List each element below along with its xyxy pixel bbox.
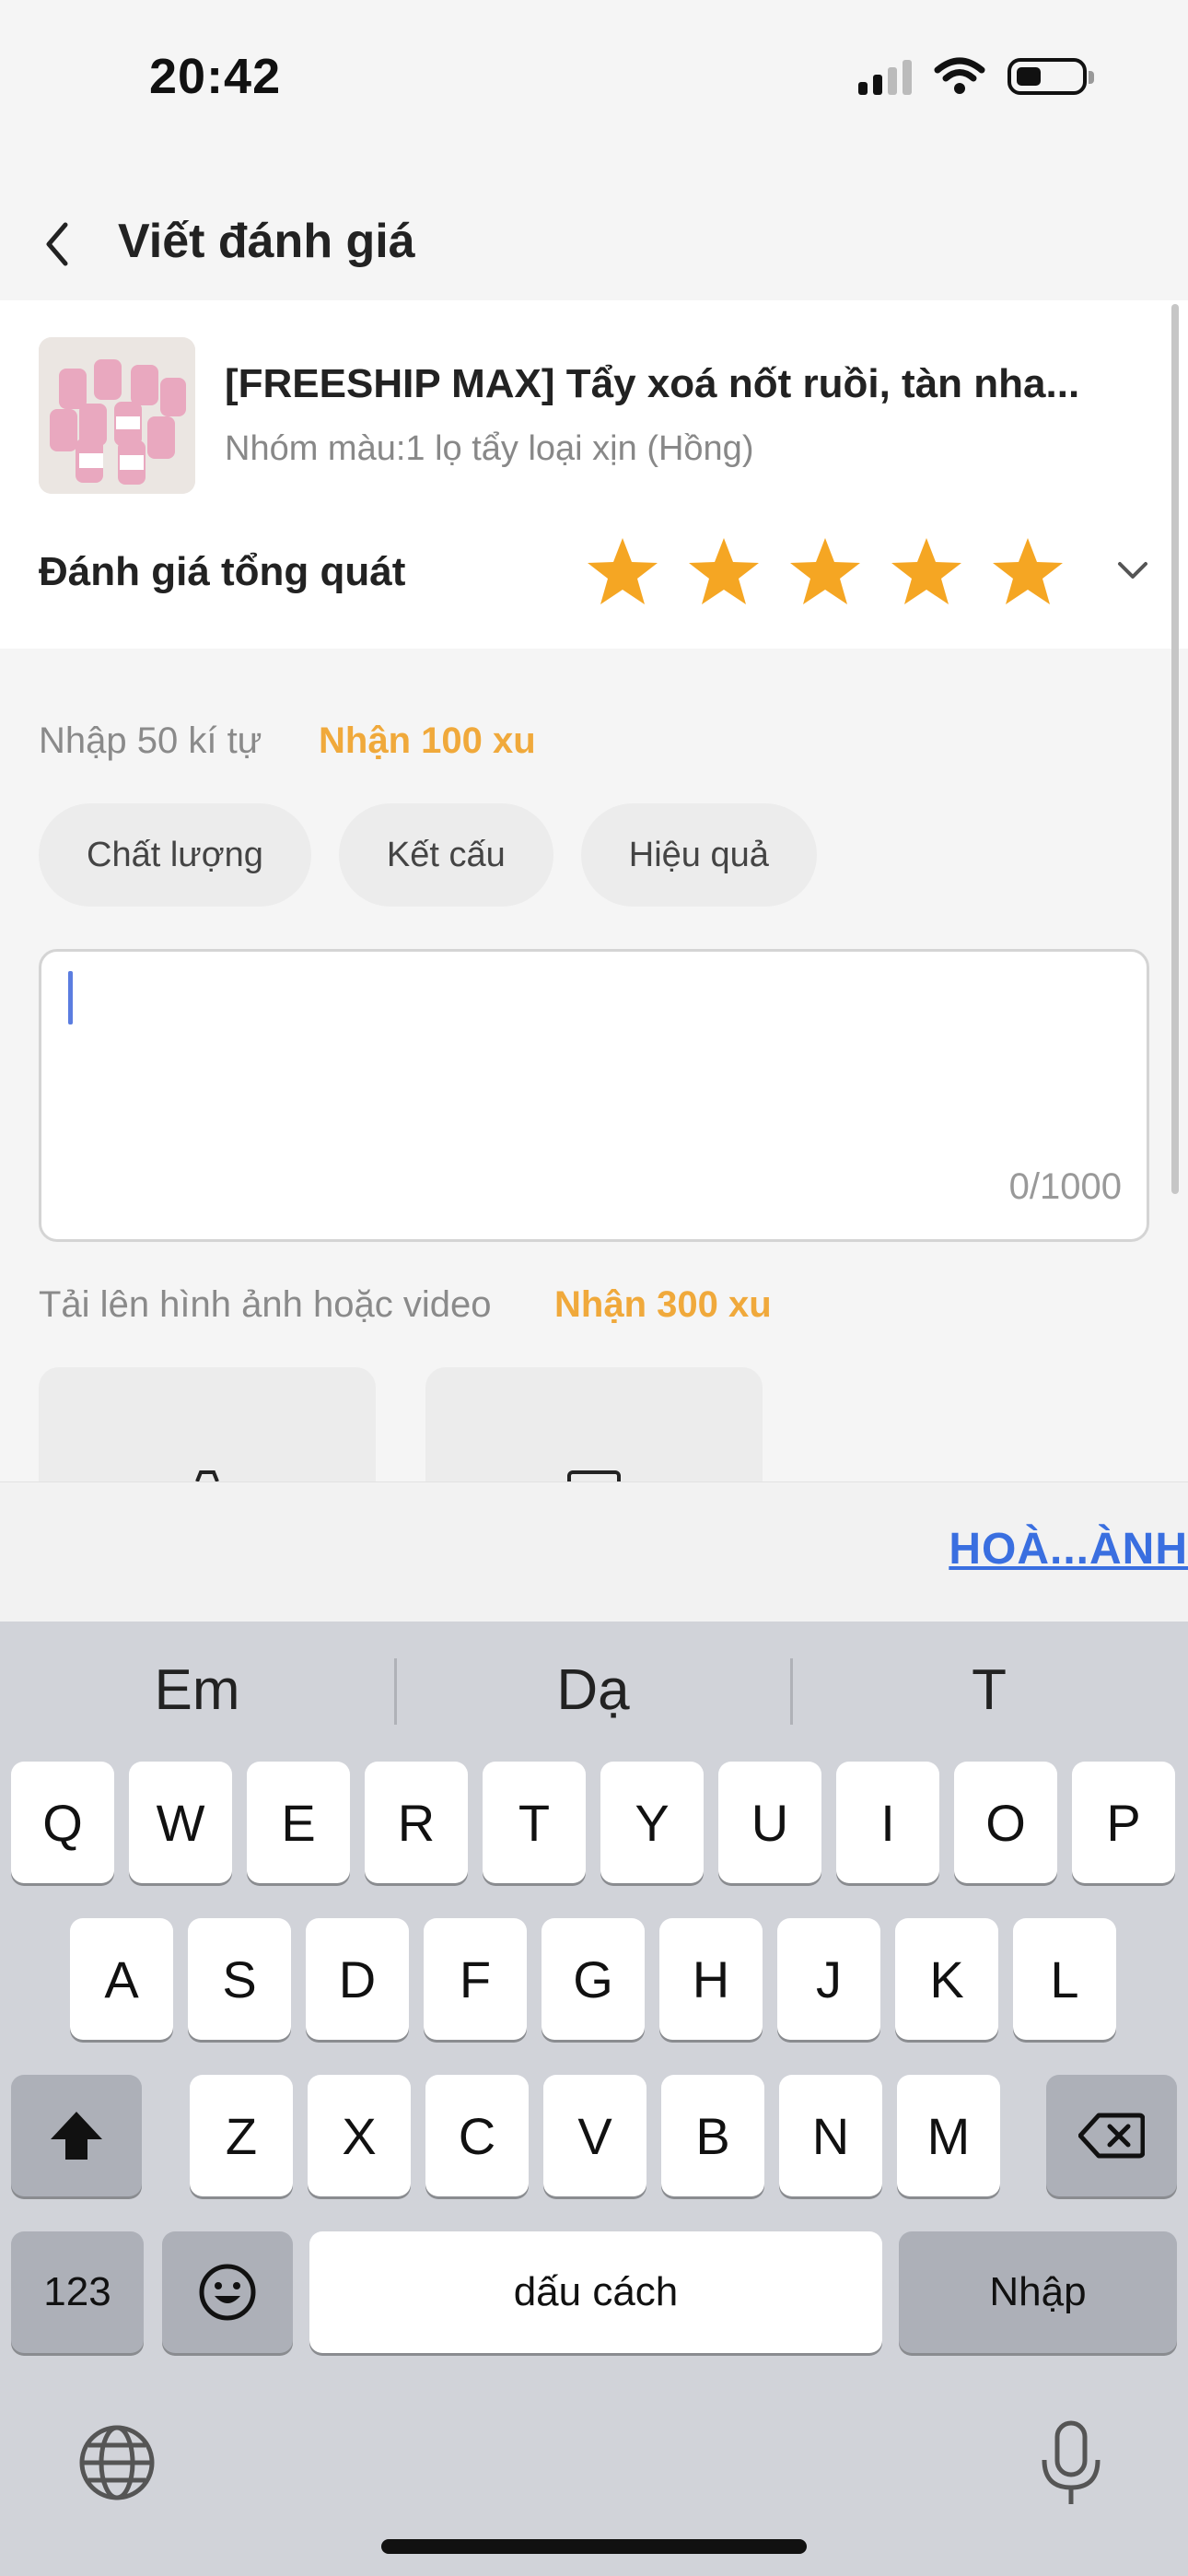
- scrollbar[interactable]: [1171, 304, 1179, 1194]
- done-button[interactable]: HOÀ...ÀNH: [949, 1524, 1188, 1575]
- key-b[interactable]: B: [661, 2075, 764, 2196]
- tag-ket-cau[interactable]: Kết cấu: [338, 803, 553, 907]
- key-q[interactable]: Q: [11, 1762, 114, 1883]
- review-textarea[interactable]: [39, 949, 1149, 1242]
- key-v[interactable]: V: [543, 2075, 646, 2196]
- globe-icon[interactable]: [77, 2423, 157, 2502]
- upload-video-tile[interactable]: [425, 1367, 763, 1481]
- star-icon[interactable]: [890, 534, 963, 608]
- key-n[interactable]: N: [779, 2075, 882, 2196]
- key-g[interactable]: G: [542, 1918, 645, 2040]
- key-c[interactable]: C: [425, 2075, 529, 2196]
- product-thumbnail: [39, 337, 195, 494]
- cellular-signal-icon: [858, 58, 912, 95]
- tag-chat-luong[interactable]: Chất lượng: [39, 803, 311, 907]
- key-t[interactable]: T: [483, 1762, 586, 1883]
- product-name: [FREESHIP MAX] Tẩy xoá nốt ruồi, tàn nha…: [225, 361, 1080, 406]
- review-tags: Chất lượng Kết cấu Hiệu quả: [39, 803, 817, 907]
- suggestion-3[interactable]: T: [792, 1649, 1186, 1732]
- key-y[interactable]: Y: [600, 1762, 704, 1883]
- key-k[interactable]: K: [895, 1918, 998, 2040]
- shift-icon: [51, 2112, 102, 2160]
- wifi-icon: [934, 57, 985, 94]
- battery-icon: [1007, 58, 1094, 95]
- upload-reward: Nhận 300 xu: [554, 1284, 772, 1325]
- key-r[interactable]: R: [365, 1762, 468, 1883]
- suggestion-2[interactable]: Dạ: [396, 1649, 790, 1732]
- star-icon[interactable]: [991, 534, 1065, 608]
- microphone-icon[interactable]: [1031, 2419, 1111, 2510]
- key-h[interactable]: H: [659, 1918, 763, 2040]
- char-hint: Nhập 50 kí tự: [39, 720, 262, 761]
- key-a[interactable]: A: [70, 1918, 173, 2040]
- key-x[interactable]: X: [308, 2075, 411, 2196]
- emoji-key[interactable]: [162, 2231, 293, 2353]
- key-p[interactable]: P: [1072, 1762, 1175, 1883]
- status-time: 20:42: [149, 49, 282, 104]
- home-indicator: [381, 2539, 807, 2554]
- char-counter: 0/1000: [1008, 1166, 1122, 1207]
- delete-key[interactable]: [1046, 2075, 1177, 2196]
- key-l[interactable]: L: [1013, 1918, 1116, 2040]
- key-d[interactable]: D: [306, 1918, 409, 2040]
- chevron-left-icon: [46, 222, 68, 266]
- overall-rating-label: Đánh giá tổng quát: [39, 549, 406, 594]
- upload-label: Tải lên hình ảnh hoặc video: [39, 1284, 492, 1325]
- emoji-icon: [199, 2264, 256, 2321]
- key-w[interactable]: W: [129, 1762, 232, 1883]
- key-m[interactable]: M: [897, 2075, 1000, 2196]
- space-key[interactable]: dấu cách: [309, 2231, 882, 2353]
- product-variant: Nhóm màu:1 lọ tẩy loại xịn (Hồng): [225, 429, 754, 468]
- star-rating: [586, 534, 1065, 608]
- chevron-down-icon[interactable]: [1114, 553, 1151, 590]
- key-j[interactable]: J: [777, 1918, 880, 2040]
- key-f[interactable]: F: [424, 1918, 527, 2040]
- backspace-icon: [1078, 2113, 1145, 2159]
- key-z[interactable]: Z: [190, 2075, 293, 2196]
- text-caret: [68, 971, 73, 1025]
- status-icons: [858, 57, 1094, 96]
- key-e[interactable]: E: [247, 1762, 350, 1883]
- key-u[interactable]: U: [718, 1762, 821, 1883]
- key-i[interactable]: I: [836, 1762, 939, 1883]
- page-title: Viết đánh giá: [118, 215, 415, 268]
- star-icon[interactable]: [586, 534, 659, 608]
- return-key[interactable]: Nhập: [899, 2231, 1177, 2353]
- key-o[interactable]: O: [954, 1762, 1057, 1883]
- char-reward: Nhận 100 xu: [319, 720, 536, 761]
- key-s[interactable]: S: [188, 1918, 291, 2040]
- star-icon[interactable]: [687, 534, 761, 608]
- back-button[interactable]: [39, 217, 76, 271]
- star-icon[interactable]: [788, 534, 862, 608]
- upload-photo-tile[interactable]: [39, 1367, 376, 1481]
- suggestion-1[interactable]: Em: [0, 1649, 394, 1732]
- shift-key[interactable]: [11, 2075, 142, 2196]
- tag-hieu-qua[interactable]: Hiệu quả: [580, 803, 817, 907]
- numbers-key[interactable]: 123: [11, 2231, 144, 2353]
- camera-icon: [195, 1470, 219, 1481]
- video-icon: [567, 1470, 621, 1481]
